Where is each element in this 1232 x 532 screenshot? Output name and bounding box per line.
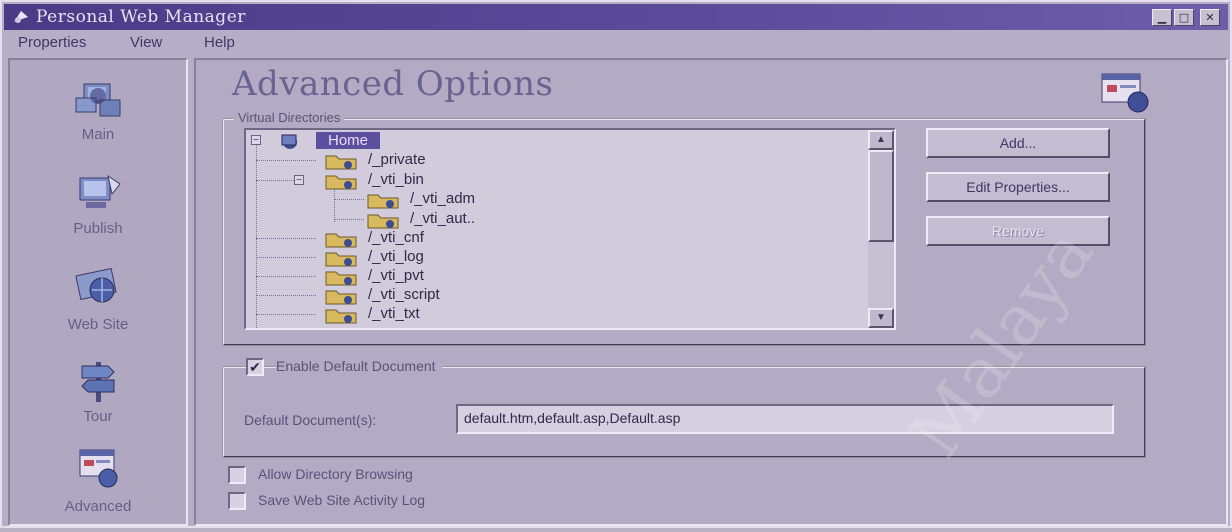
nav-label-advanced: Advanced xyxy=(64,498,132,515)
tree-label-vti-bin: /_vti_bin xyxy=(368,171,424,188)
nav-label-web-site: Web Site xyxy=(67,316,129,333)
save-activity-log-checkbox[interactable] xyxy=(228,492,246,510)
nav-label-main: Main xyxy=(81,126,115,143)
tree-connector xyxy=(256,257,316,258)
folder-icon xyxy=(325,290,357,305)
folder-icon xyxy=(325,309,357,324)
tree-connector xyxy=(256,276,316,277)
tree-connector xyxy=(334,219,364,220)
tree-label-vti-txt: /_vti_txt xyxy=(368,305,420,322)
tree-connector xyxy=(256,314,316,315)
scrollbar-thumb[interactable] xyxy=(868,150,894,242)
close-button[interactable]: ✕ xyxy=(1200,9,1220,26)
tour-signpost-icon xyxy=(81,362,115,402)
folder-icon xyxy=(367,214,399,229)
main-panel: Advanced Options Virtual Directories − H… xyxy=(194,58,1228,526)
tree-label-vti-adm: /_vti_adm xyxy=(410,190,476,207)
menu-bar: Properties View Help xyxy=(4,30,1228,56)
tree-label-home: Home xyxy=(316,132,381,149)
nav-item-main[interactable]: Main xyxy=(10,72,186,164)
folder-icon xyxy=(325,252,357,267)
maximize-button[interactable]: □ xyxy=(1174,9,1194,26)
save-activity-log-label: Save Web Site Activity Log xyxy=(258,492,426,508)
default-documents-label: Default Document(s): xyxy=(244,412,377,428)
tree-label-private: /_private xyxy=(368,151,426,168)
personal-web-manager-logo-icon xyxy=(14,11,28,23)
app-window: Personal Web Manager ▁ □ ✕ Properties Vi… xyxy=(0,0,1232,528)
menu-help[interactable]: Help xyxy=(204,34,235,51)
main-computers-icon xyxy=(75,83,121,117)
tree-connector xyxy=(256,160,316,161)
tree-vertical-scrollbar[interactable]: ▲ ▼ xyxy=(868,130,894,328)
tree-connector xyxy=(256,238,316,239)
nav-item-tour[interactable]: Tour xyxy=(10,352,186,444)
tree-connector xyxy=(256,295,316,296)
scroll-down-arrow-icon[interactable]: ▼ xyxy=(868,308,894,328)
collapse-home-icon[interactable]: − xyxy=(251,135,261,146)
folder-icon xyxy=(367,194,399,209)
tree-connector xyxy=(256,142,257,328)
enable-default-document-checkbox[interactable]: ✔ xyxy=(246,358,264,376)
title-bar[interactable]: Personal Web Manager ▁ □ ✕ xyxy=(4,4,1228,30)
virtual-directories-label: Virtual Directories xyxy=(234,110,345,125)
folder-icon xyxy=(325,155,357,170)
folder-icon xyxy=(325,271,357,286)
publish-icon xyxy=(79,174,121,208)
web-site-icon xyxy=(75,267,117,303)
web-server-icon xyxy=(281,134,297,149)
menu-view[interactable]: View xyxy=(130,34,162,51)
folder-icon xyxy=(325,233,357,248)
nav-item-web-site[interactable]: Web Site xyxy=(10,258,186,350)
menu-properties[interactable]: Properties xyxy=(18,34,86,51)
tree-label-vti-cnf: /_vti_cnf xyxy=(368,229,424,246)
folder-icon xyxy=(325,175,357,190)
remove-button[interactable]: Remove xyxy=(926,216,1110,246)
collapse-vti-bin-icon[interactable]: − xyxy=(294,175,304,186)
advanced-icon xyxy=(79,449,118,488)
tree-connector xyxy=(256,180,294,181)
tree-label-vti-pvt: /_vti_pvt xyxy=(368,267,424,284)
scroll-up-arrow-icon[interactable]: ▲ xyxy=(868,130,894,150)
tree-label-vti-aut: /_vti_aut.. xyxy=(410,210,476,227)
left-nav-panel: Main Publish Web Site Tour Advanced xyxy=(8,58,188,526)
tree-connector xyxy=(334,199,364,200)
window-title: Personal Web Manager xyxy=(36,7,246,27)
tree-label-vti-log: /_vti_log xyxy=(368,248,424,265)
nav-label-tour: Tour xyxy=(83,408,113,425)
add-button[interactable]: Add... xyxy=(926,128,1110,158)
default-documents-field[interactable]: default.htm,default.asp,Default.asp xyxy=(456,404,1114,434)
allow-directory-browsing-checkbox[interactable] xyxy=(228,466,246,484)
tree-label-vti-script: /_vti_script xyxy=(368,286,440,303)
nav-item-publish[interactable]: Publish xyxy=(10,164,186,256)
enable-default-document-label: Enable Default Document xyxy=(276,358,442,374)
nav-label-publish: Publish xyxy=(73,220,123,237)
nav-item-advanced[interactable]: Advanced xyxy=(10,440,186,532)
page-title: Advanced Options xyxy=(232,64,554,104)
edit-properties-button[interactable]: Edit Properties... xyxy=(926,172,1110,202)
minimize-button[interactable]: ▁ xyxy=(1152,9,1172,26)
advanced-options-icon xyxy=(1101,73,1149,113)
allow-directory-browsing-label: Allow Directory Browsing xyxy=(258,466,413,482)
virtual-directories-tree[interactable]: − Home /_private − /_vti_bin /_vti_adm /… xyxy=(244,128,896,330)
